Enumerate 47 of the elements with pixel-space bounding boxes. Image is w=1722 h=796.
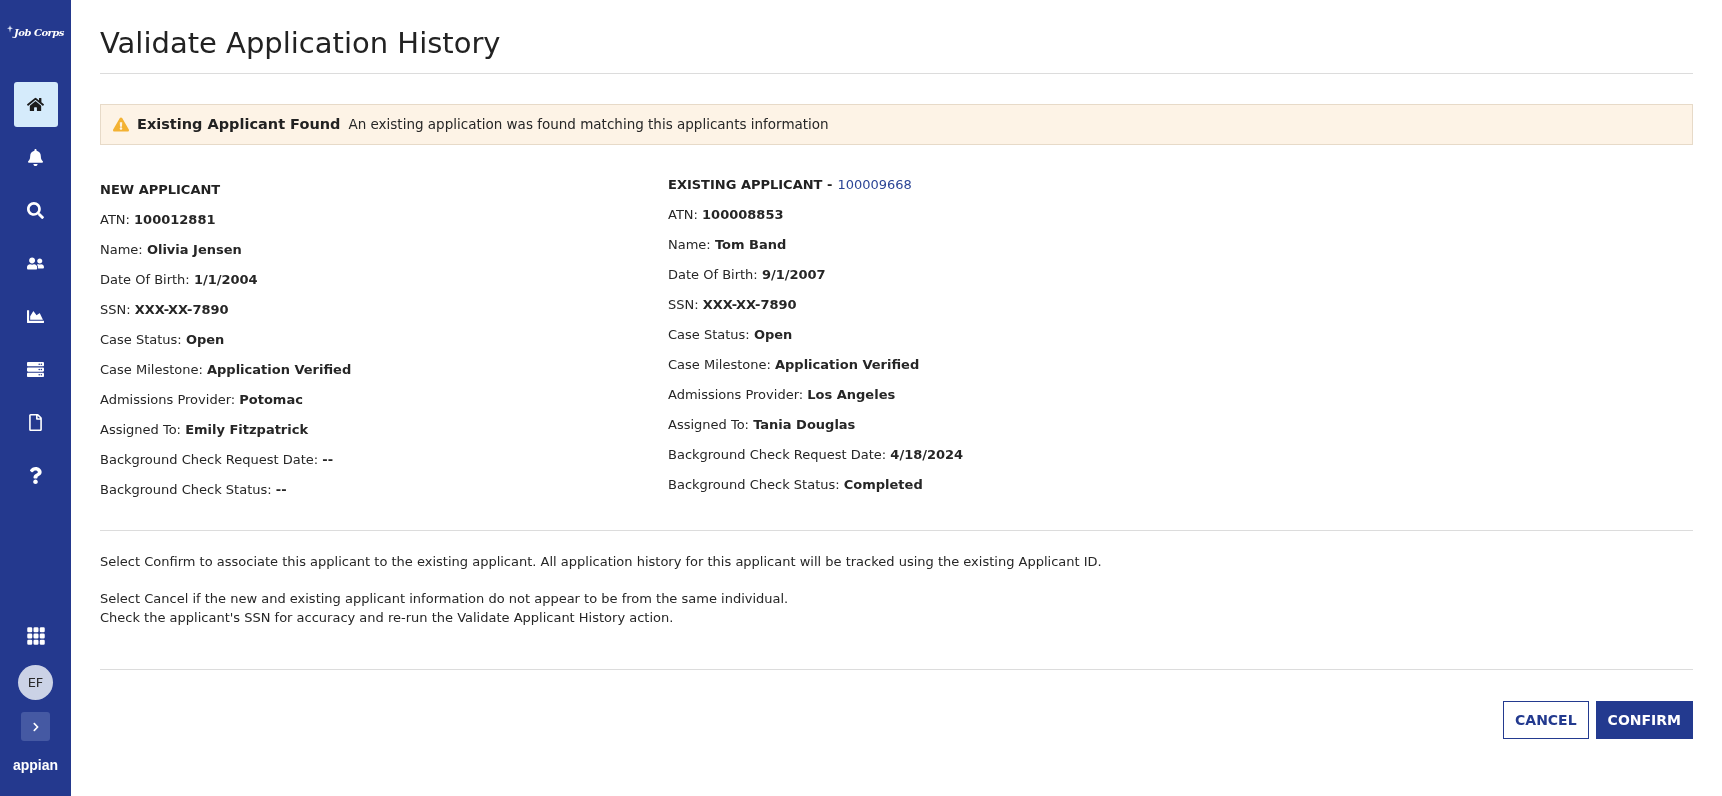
brand-logo-text: appian: [12, 756, 59, 774]
applicant-detail: SSN: XXX-XX-7890: [100, 301, 230, 319]
applicant-detail: Assigned To: Emily Fitzpatrick: [100, 421, 310, 439]
instruction-text: Select Confirm to associate this applicant to the existing applicant. All application history for this applicant will be tracked using the existing Applicant ID.: [100, 553, 1103, 571]
confirm-button[interactable]: CONFIRM: [1595, 701, 1693, 739]
applicant-detail: ATN: 100008853: [668, 206, 785, 224]
alert-title: Existing Applicant Found: [137, 114, 341, 134]
applicant-detail: Background Check Request Date: --: [100, 451, 335, 469]
applicant-detail: SSN: XXX-XX-7890: [668, 296, 798, 314]
applicant-detail: Name: Olivia Jensen: [100, 241, 243, 259]
question-mark-icon: [27, 467, 44, 484]
file-icon: [27, 414, 44, 431]
alert-message: An existing application was found matching this applicants information: [348, 115, 829, 135]
server-icon: [27, 361, 44, 378]
grid-icon[interactable]: [25, 626, 46, 646]
applicant-detail: Case Milestone: Application Verified: [100, 361, 353, 379]
applicant-detail: Assigned To: Tania Douglas: [668, 416, 857, 434]
people-icon: [27, 255, 44, 272]
applicant-detail: ATN: 100012881: [100, 211, 217, 229]
applicant-detail: Background Check Status: --: [100, 481, 288, 499]
applicant-id-link[interactable]: 100009668: [837, 175, 912, 195]
instruction-text: Check the applicant's SSN for accuracy and re-run the Validate Applicant History action.: [100, 609, 675, 627]
applicant-detail: Date Of Birth: 1/1/2004: [100, 271, 259, 289]
applicant-detail: Case Milestone: Application Verified: [668, 356, 921, 374]
applicant-detail: Admissions Provider: Los Angeles: [668, 386, 897, 404]
home-nav-button[interactable]: [13, 82, 58, 127]
applicant-detail: Case Status: Open: [668, 326, 794, 344]
cancel-button[interactable]: CANCEL: [1503, 701, 1589, 739]
instruction-text: Select Cancel if the new and existing applicant information do not appear to be from the same individual.: [100, 590, 790, 608]
logo-mark-icon: [7, 25, 14, 33]
section-heading: NEW APPLICANT: [100, 181, 222, 199]
applicant-detail: Background Check Request Date: 4/18/2024: [668, 446, 964, 464]
applicant-detail: Date Of Birth: 9/1/2007: [668, 266, 827, 284]
applicant-detail: Name: Tom Band: [668, 236, 788, 254]
applicant-detail: Background Check Status: Completed: [668, 476, 924, 494]
applicant-detail: Case Status: Open: [100, 331, 226, 349]
area-chart-icon: [27, 308, 44, 325]
applicant-detail: Admissions Provider: Potomac: [100, 391, 304, 409]
bell-icon: [27, 149, 44, 166]
home-icon: [27, 96, 44, 113]
user-avatar[interactable]: EF: [18, 665, 53, 700]
search-icon: [27, 202, 44, 219]
chevron-right-icon: [30, 721, 41, 732]
section-heading: EXISTING APPLICANT -: [668, 176, 833, 194]
page-title: Validate Application History: [100, 25, 1693, 74]
warning-icon: [113, 117, 129, 132]
logo-text: Job Corps: [14, 27, 64, 39]
